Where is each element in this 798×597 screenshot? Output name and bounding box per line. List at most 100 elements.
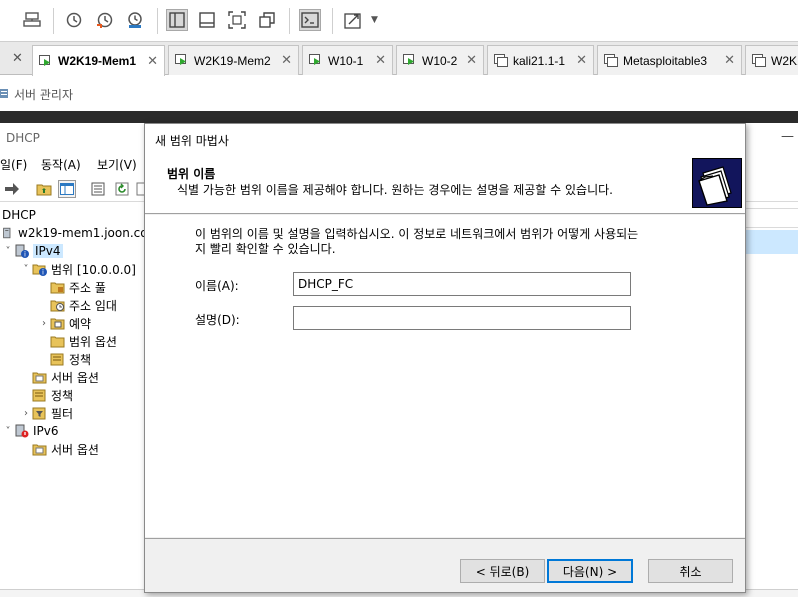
snapshot-manager-icon[interactable]	[124, 9, 146, 31]
tree-item-label: 주소 풀	[69, 280, 106, 295]
vmware-toolbar: ▼	[0, 0, 798, 42]
chevron-down-icon[interactable]: ˅	[2, 246, 14, 257]
wizard-description: 이 범위의 이름 및 설명을 입력하십시오. 이 정보로 네트워크에서 범위가 …	[195, 227, 695, 257]
chevron-right-icon[interactable]: ›	[20, 408, 32, 419]
server-manager-title: 서버 관리자	[14, 88, 74, 102]
sidebar-toggle-icon[interactable]	[166, 9, 188, 31]
vm-icon	[752, 54, 766, 67]
vm-icon	[39, 54, 50, 66]
scope-name-input[interactable]	[293, 272, 631, 296]
server-manager-titlebar: 서버 관리자	[0, 76, 798, 111]
tree-item-filter[interactable]: › 필터	[20, 404, 73, 422]
refresh-icon[interactable]	[113, 180, 131, 198]
forward-arrow-icon[interactable]	[3, 180, 21, 198]
revert-snapshot-icon[interactable]	[94, 9, 116, 31]
tree-item-label: w2k19-mem1.joon.com	[18, 226, 160, 240]
menu-view[interactable]: 보기(V)	[97, 156, 137, 173]
snapshot-icon[interactable]	[63, 9, 85, 31]
close-icon[interactable]: ✕	[147, 54, 158, 69]
tree-item-ipv6[interactable]: ˅ IPv6	[2, 422, 59, 440]
console-view-icon[interactable]	[299, 9, 321, 31]
tree-item-address-lease[interactable]: 주소 임대	[50, 296, 117, 314]
chevron-down-icon[interactable]: ˅	[20, 264, 32, 275]
tab-label: Metasploitable3	[623, 53, 708, 68]
tree-item-server[interactable]: w2k19-mem1.joon.com	[2, 224, 159, 242]
minimize-button[interactable]: —	[781, 129, 794, 144]
tab-w2k19[interactable]: W2K19	[745, 45, 798, 75]
tree-item-policy[interactable]: 정책	[32, 386, 73, 404]
chevron-right-icon[interactable]: ›	[38, 318, 50, 329]
close-icon[interactable]: ✕	[12, 51, 23, 66]
tree-item-label: IPv4	[33, 244, 63, 258]
tree-item-address-pool[interactable]: 주소 풀	[50, 278, 106, 296]
address-pool-icon	[50, 282, 65, 294]
show-hide-tree-icon[interactable]	[58, 180, 76, 198]
filter-icon	[32, 407, 46, 420]
close-icon[interactable]: ✕	[466, 53, 477, 68]
tab-w10-1[interactable]: W10-1 ✕	[302, 45, 393, 75]
wizard-window-title: 새 범위 마법사	[155, 134, 229, 148]
tree-item-ipv6-server-options[interactable]: 서버 옵션	[32, 440, 99, 458]
scope-options-icon	[50, 336, 65, 348]
send-keys-icon[interactable]	[21, 9, 43, 31]
server-manager-icon	[0, 89, 8, 98]
wizard-description-line-1: 이 범위의 이름 및 설명을 입력하십시오. 이 정보로 네트워크에서 범위가 …	[195, 227, 639, 241]
folder-up-icon[interactable]	[35, 180, 53, 198]
vm-icon	[175, 54, 186, 65]
unity-icon[interactable]	[256, 9, 278, 31]
tree-item-scope-options[interactable]: 범위 옵션	[50, 332, 117, 350]
tab-label: W2K19	[771, 53, 798, 68]
results-pane-selected-row[interactable]	[746, 230, 798, 254]
policy-icon	[32, 389, 46, 402]
close-icon[interactable]: ✕	[375, 53, 386, 68]
wizard-body: 이 범위의 이름 및 설명을 입력하십시오. 이 정보로 네트워크에서 범위가 …	[145, 215, 745, 537]
tree-item-scope-policy[interactable]: 정책	[50, 350, 91, 368]
tree-item-label: 범위 [10.0.0.0]	[51, 262, 136, 277]
tab-kali[interactable]: kali21.1-1 ✕	[487, 45, 594, 75]
chevron-down-icon[interactable]: ▼	[371, 15, 378, 25]
full-screen-icon[interactable]	[226, 9, 248, 31]
tree-item-label: 예약	[69, 316, 92, 331]
tree-item-reservation[interactable]: › 예약	[38, 314, 91, 332]
tab-w10-2[interactable]: W10-2 ✕	[396, 45, 484, 75]
tab-w2k19-mem2[interactable]: W2K19-Mem2 ✕	[168, 45, 299, 75]
dhcp-tree: DHCP w2k19-mem1.joon.com ˅ i IPv4 ˅ i 범위…	[0, 203, 159, 593]
tab-w2k19-mem1[interactable]: W2K19-Mem1 ✕	[32, 45, 165, 76]
cancel-button[interactable]: 취소	[648, 559, 733, 583]
properties-icon[interactable]	[89, 180, 107, 198]
back-button[interactable]: < 뒤로(B)	[460, 559, 545, 583]
tree-item-dhcp[interactable]: DHCP	[2, 206, 36, 224]
wizard-description-line-2: 지 빨리 확인할 수 있습니다.	[195, 242, 336, 256]
close-icon[interactable]: ✕	[281, 53, 292, 68]
vm-icon	[403, 54, 414, 65]
tree-item-server-options[interactable]: 서버 옵션	[32, 368, 99, 386]
vm-icon	[494, 54, 508, 67]
tree-item-label: 필터	[51, 406, 74, 421]
new-scope-wizard-dialog: 새 범위 마법사 범위 이름 식별 가능한 범위 이름을 제공해야 합니다. 원…	[144, 123, 746, 593]
tree-item-scope[interactable]: ˅ i 범위 [10.0.0.0]	[20, 260, 136, 278]
scope-folder-icon: i	[32, 264, 47, 276]
wizard-header: 범위 이름 식별 가능한 범위 이름을 제공해야 합니다. 원하는 경우에는 설…	[145, 152, 745, 214]
scope-description-input[interactable]	[293, 306, 631, 330]
vm-tab-bar: ✕ W2K19-Mem1 ✕ W2K19-Mem2 ✕ W10-1 ✕ W10-…	[0, 42, 798, 76]
next-button[interactable]: 다음(N) >	[547, 559, 633, 583]
vm-icon	[604, 54, 618, 67]
chevron-down-icon[interactable]: ˅	[2, 426, 14, 437]
tree-item-label: IPv6	[33, 424, 59, 438]
wizard-page-title: 범위 이름	[167, 167, 216, 181]
close-icon[interactable]: ✕	[724, 53, 735, 68]
tree-item-label: 범위 옵션	[69, 334, 117, 349]
name-label: 이름(A):	[195, 279, 239, 293]
close-icon[interactable]: ✕	[576, 53, 587, 68]
tree-item-label: DHCP	[2, 208, 36, 222]
menu-action[interactable]: 동작(A)	[41, 156, 81, 173]
thumbnail-bar-icon[interactable]	[196, 9, 218, 31]
tree-item-ipv4[interactable]: ˅ i IPv4	[2, 242, 63, 260]
tab-label: W10-1	[328, 53, 364, 68]
stretch-icon[interactable]	[342, 9, 364, 31]
wizard-titlebar[interactable]: 새 범위 마법사	[145, 124, 745, 152]
tree-item-label: 정책	[69, 352, 92, 367]
description-label: 설명(D):	[195, 313, 240, 327]
tab-metasploitable3[interactable]: Metasploitable3 ✕	[597, 45, 742, 75]
menu-file[interactable]: 일(F)	[0, 156, 27, 173]
